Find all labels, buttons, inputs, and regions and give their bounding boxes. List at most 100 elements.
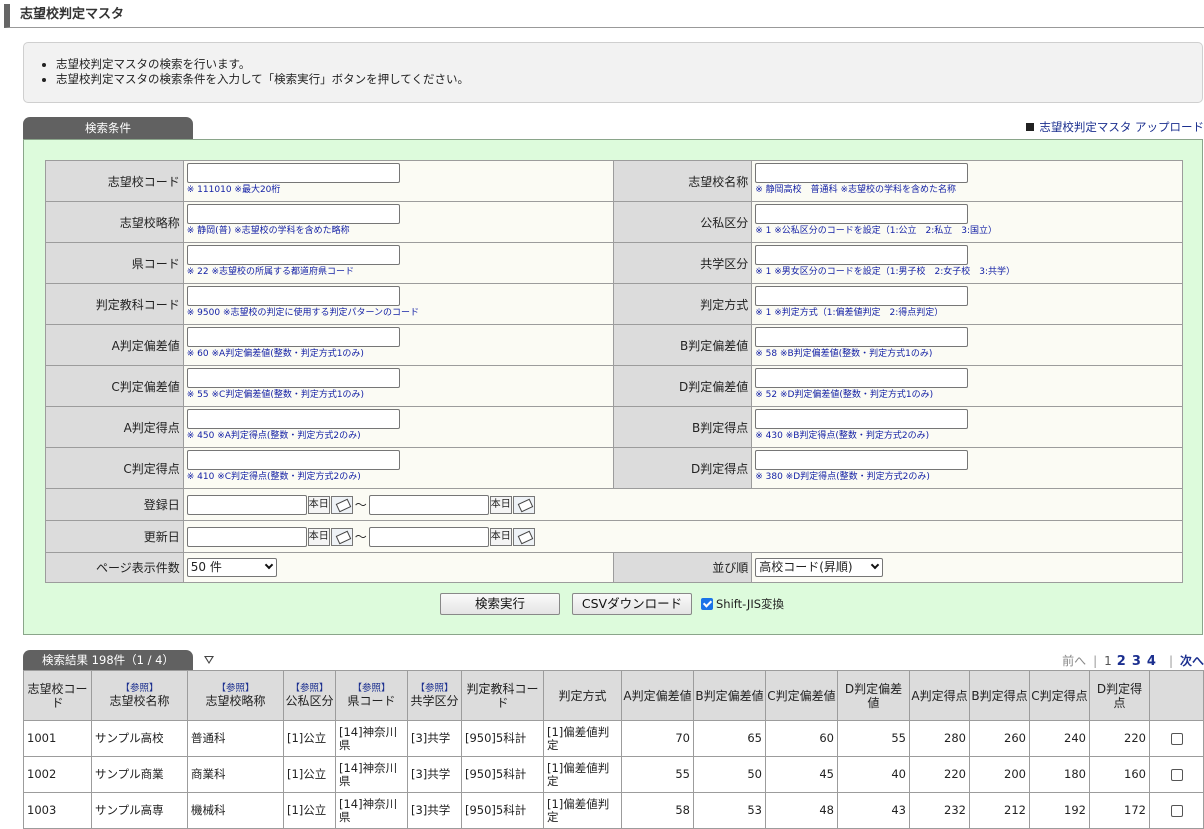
pager-sep: | xyxy=(1168,654,1173,668)
cell-b-dev: 50 xyxy=(693,756,766,793)
reg-date-range: 本日 ～ 本日 xyxy=(182,488,1184,521)
d-score-hint: ※ 380 ※D判定得点(整数・判定方式2のみ) xyxy=(755,472,930,482)
cell-pref: [14]神奈川県 xyxy=(335,756,408,793)
upd-date-to-input[interactable] xyxy=(368,526,489,547)
chevron-down-icon xyxy=(264,560,274,570)
cell-name: サンプル高校 xyxy=(91,720,188,757)
cell-method: [1]偏差値判定 xyxy=(543,792,622,829)
coed-input[interactable] xyxy=(755,245,969,265)
table-row: 1001 サンプル高校 普通科 [1]公立 [14]神奈川県 [3]共学 [95… xyxy=(23,720,1204,757)
page-size-select[interactable]: 50 件 xyxy=(186,558,277,577)
method-hint: ※ 1 ※判定方式（1:偏差値判定 2:得点判定） xyxy=(755,308,944,318)
pager-page-2[interactable]: 2 xyxy=(1117,654,1126,669)
cell-name: サンプル高専 xyxy=(91,792,188,829)
eraser-icon[interactable] xyxy=(330,495,353,514)
cell-abbr: 機械科 xyxy=(187,792,284,829)
ref-link[interactable]: 【参照】 xyxy=(409,683,460,694)
cell-coed: [3]共学 xyxy=(407,792,462,829)
pref-code-input[interactable] xyxy=(186,245,400,265)
collapse-triangle-icon[interactable] xyxy=(204,656,214,664)
col-d-score: D判定得点 xyxy=(1089,670,1150,721)
upd-date-label: 更新日 xyxy=(45,520,184,553)
c-score-input[interactable] xyxy=(186,450,400,470)
csv-download-button[interactable]: CSVダウンロード xyxy=(572,593,692,615)
col-a-score: A判定得点 xyxy=(909,670,970,721)
table-row: 1002 サンプル商業 商業科 [1]公立 [14]神奈川県 [3]共学 [95… xyxy=(23,756,1204,793)
cell-abbr: 普通科 xyxy=(187,720,284,757)
cell-c-dev: 48 xyxy=(765,792,838,829)
cell-a-score: 280 xyxy=(909,720,970,757)
cell-coed: [3]共学 xyxy=(407,756,462,793)
cell-pref: [14]神奈川県 xyxy=(335,720,408,757)
subject-code-input[interactable] xyxy=(186,286,400,306)
reg-date-from-input[interactable] xyxy=(186,494,307,515)
sjis-label: Shift-JIS変換 xyxy=(716,597,785,611)
ref-link[interactable]: 【参照】 xyxy=(189,683,282,694)
cell-pp: [1]公立 xyxy=(283,720,336,757)
cell-b-dev: 65 xyxy=(693,720,766,757)
upd-date-to-today-button[interactable]: 本日 xyxy=(489,527,512,546)
subject-code-label: 判定教科コード xyxy=(45,283,184,325)
cell-subj: [950]5科計 xyxy=(461,720,544,757)
col-subject-code: 判定教科コード xyxy=(461,670,544,721)
c-dev-hint: ※ 55 ※C判定偏差値(整数・判定方式1のみ) xyxy=(186,390,365,400)
school-abbr-input[interactable] xyxy=(186,204,400,224)
eraser-icon[interactable] xyxy=(512,495,535,514)
cell-a-dev: 58 xyxy=(621,792,694,829)
ref-link[interactable]: 【参照】 xyxy=(285,683,334,694)
upd-date-from-input[interactable] xyxy=(186,526,307,547)
col-school-abbr: 【参照】 志望校略称 xyxy=(187,670,284,721)
upd-date-from-today-button[interactable]: 本日 xyxy=(307,527,330,546)
d-score-input[interactable] xyxy=(755,450,969,470)
b-score-input[interactable] xyxy=(755,409,969,429)
search-result-tab: 検索結果 198件（1 / 4） xyxy=(23,650,193,670)
eraser-icon[interactable] xyxy=(512,527,535,546)
cell-b-score: 212 xyxy=(969,792,1030,829)
cell-code: 1002 xyxy=(23,756,92,793)
c-dev-input[interactable] xyxy=(186,368,400,388)
reg-date-label: 登録日 xyxy=(45,488,184,521)
reg-date-to-input[interactable] xyxy=(368,494,489,515)
row-checkbox[interactable] xyxy=(1170,768,1183,781)
a-dev-input[interactable] xyxy=(186,327,400,347)
search-button[interactable]: 検索実行 xyxy=(440,593,560,615)
d-dev-input[interactable] xyxy=(755,368,969,388)
school-code-input[interactable] xyxy=(186,163,400,183)
reg-date-to-today-button[interactable]: 本日 xyxy=(489,495,512,514)
upload-link[interactable]: 志望校判定マスタ アップロード xyxy=(1026,119,1204,135)
a-score-input[interactable] xyxy=(186,409,400,429)
d-dev-label: D判定偏差値 xyxy=(613,365,753,407)
ref-link[interactable]: 【参照】 xyxy=(337,683,406,694)
reg-date-from-today-button[interactable]: 本日 xyxy=(307,495,330,514)
row-checkbox[interactable] xyxy=(1170,804,1183,817)
col-a-dev: A判定偏差値 xyxy=(621,670,694,721)
school-abbr-label: 志望校略称 xyxy=(45,201,184,243)
pager-page-3[interactable]: 3 xyxy=(1132,654,1141,669)
tilde: ～ xyxy=(354,530,367,544)
b-dev-input[interactable] xyxy=(755,327,969,347)
chevron-down-icon xyxy=(870,560,880,570)
cell-coed: [3]共学 xyxy=(407,720,462,757)
pref-code-hint: ※ 22 ※志望校の所属する都道府県コード xyxy=(186,267,355,277)
eraser-icon[interactable] xyxy=(330,527,353,546)
b-dev-hint: ※ 58 ※B判定偏差値(整数・判定方式1のみ) xyxy=(755,349,933,359)
method-input[interactable] xyxy=(755,286,969,306)
ref-link[interactable]: 【参照】 xyxy=(93,683,186,694)
cell-d-dev: 43 xyxy=(837,792,910,829)
cell-a-score: 232 xyxy=(909,792,970,829)
col-c-score: C判定得点 xyxy=(1029,670,1090,721)
pager-page-4[interactable]: 4 xyxy=(1147,654,1156,669)
sort-select[interactable]: 高校コード(昇順) xyxy=(755,558,884,577)
row-checkbox[interactable] xyxy=(1170,732,1183,745)
pager-next[interactable]: 次へ xyxy=(1180,654,1204,668)
school-name-input[interactable] xyxy=(755,163,969,183)
sjis-checkbox[interactable] xyxy=(701,598,713,610)
table-row: 1003 サンプル高専 機械科 [1]公立 [14]神奈川県 [3]共学 [95… xyxy=(23,792,1204,829)
school-abbr-hint: ※ 静岡(普) ※志望校の学科を含めた略称 xyxy=(186,226,350,236)
coed-hint: ※ 1 ※男女区分のコードを設定（1:男子校 2:女子校 3:共学） xyxy=(755,267,1016,277)
sjis-checkbox-wrap[interactable]: Shift-JIS変換 xyxy=(701,597,784,611)
cell-pref: [14]神奈川県 xyxy=(335,792,408,829)
public-private-input[interactable] xyxy=(755,204,969,224)
col-pref-code: 【参照】 県コード xyxy=(335,670,408,721)
public-private-hint: ※ 1 ※公私区分のコードを設定（1:公立 2:私立 3:国立） xyxy=(755,226,998,236)
